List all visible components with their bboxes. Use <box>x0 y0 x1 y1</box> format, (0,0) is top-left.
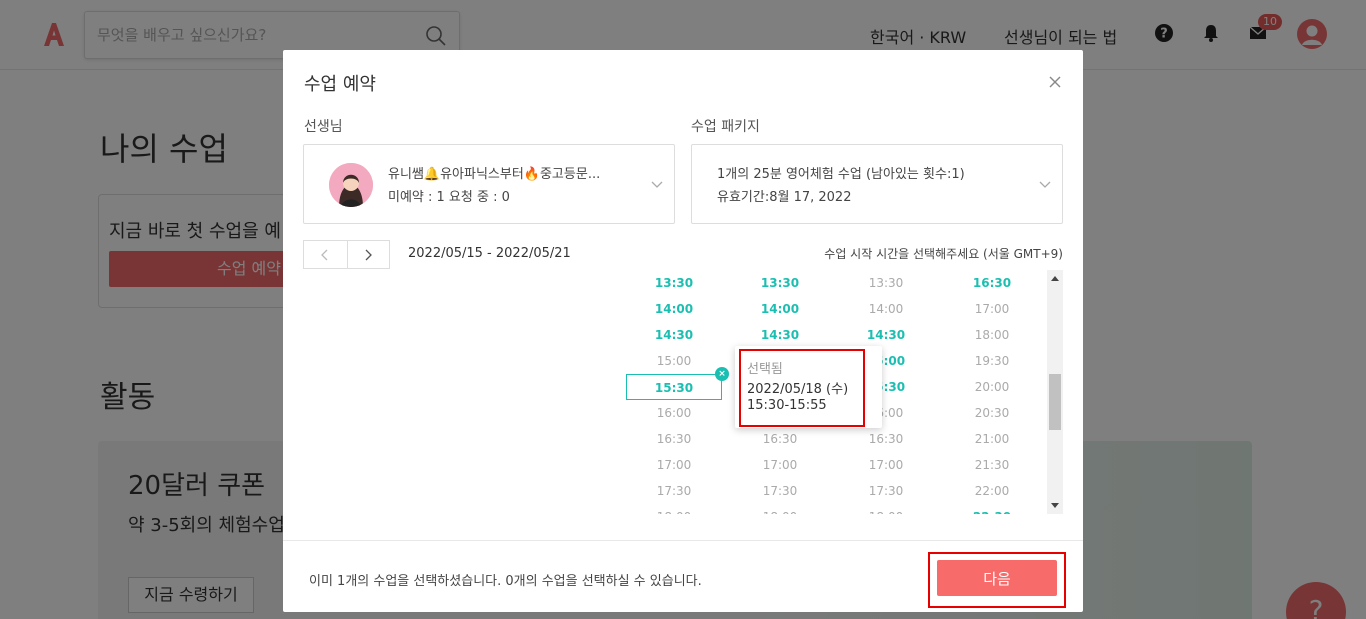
remove-slot-icon[interactable]: × <box>715 367 729 381</box>
time-slot: 13:30 <box>868 276 904 290</box>
time-slot: 21:30 <box>974 458 1010 472</box>
time-slot: 17:00 <box>762 458 798 472</box>
time-slot: 19:30 <box>974 354 1010 368</box>
scroll-thumb[interactable] <box>1049 374 1061 430</box>
time-slot[interactable]: 14:00 <box>626 296 722 322</box>
timezone-hint: 수업 시작 시간을 선택해주세요 (서울 GMT+9) <box>824 247 1063 261</box>
scroll-down-arrow-icon[interactable] <box>1051 503 1059 508</box>
tooltip-time: 15:30-15:55 <box>747 398 827 413</box>
time-slot[interactable]: 22:30 <box>944 504 1040 514</box>
chevron-down-icon <box>1039 181 1051 188</box>
time-slot[interactable]: 14:30 <box>838 322 934 348</box>
modal-footer: 이미 1개의 수업을 선택하셨습니다. 0개의 수업을 선택하실 수 있습니다.… <box>283 540 1083 612</box>
time-slot: 21:00 <box>974 432 1010 446</box>
package-select[interactable]: 1개의 25분 영어체험 수업 (남아있는 횟수:1) 유효기간:8월 17, … <box>691 144 1063 224</box>
time-slot: 16:30 <box>868 432 904 446</box>
time-slot: 20:00 <box>974 380 1010 394</box>
time-slot: 14:00 <box>868 302 904 316</box>
time-slot: 17:30 <box>762 484 798 498</box>
time-slot-grid: 13:30 14:00 14:30 15:00 15:30 × 16:00 16:30 17:0… <box>303 270 1047 514</box>
time-slot[interactable]: 14:30 <box>626 322 722 348</box>
time-slot[interactable]: 14:30 <box>732 322 828 348</box>
package-expiry: 유효기간:8월 17, 2022 <box>717 190 852 205</box>
modal-title: 수업 예약 <box>304 74 376 95</box>
chevron-left-icon <box>321 249 328 260</box>
teacher-select[interactable]: 유니쌤🔔유아파닉스부터🔥중고등문... 미예약 : 1 요청 중 : 0 <box>303 144 675 224</box>
time-slot: 18:00 <box>732 504 828 514</box>
booking-modal: 수업 예약 선생님 수업 패키지 유니쌤🔔유아파닉스부터🔥중고등문... 미예약… <box>283 50 1083 612</box>
chevron-down-icon <box>651 181 663 188</box>
tooltip-label: 선택됨 <box>747 362 783 377</box>
time-slot: 16:30 <box>656 432 692 446</box>
time-slot: 17:30 <box>868 484 904 498</box>
prev-week-button[interactable] <box>304 241 347 268</box>
time-slot: 15:00 <box>656 354 692 368</box>
time-slot: 17:00 <box>656 458 692 472</box>
time-slot: 22:00 <box>974 484 1010 498</box>
tooltip-date: 2022/05/18 (수) <box>747 382 849 397</box>
time-slot[interactable]: 16:30 <box>944 270 1040 296</box>
week-range: 2022/05/15 - 2022/05/21 <box>408 246 571 261</box>
package-label: 수업 패키지 <box>691 119 760 135</box>
time-slot: 18:00 <box>838 504 934 514</box>
time-slot[interactable]: 13:30 <box>626 270 722 296</box>
time-slot: 20:30 <box>974 406 1010 420</box>
scroll-up-arrow-icon[interactable] <box>1051 276 1059 281</box>
next-button[interactable]: 다음 <box>937 560 1057 596</box>
week-navigation <box>303 240 390 269</box>
time-slot: 16:00 <box>656 406 692 420</box>
schedule-scrollbar[interactable] <box>1047 270 1063 514</box>
time-slot[interactable]: 15:30 <box>626 374 722 400</box>
time-slot[interactable]: 14:00 <box>732 296 828 322</box>
next-week-button[interactable] <box>346 241 390 268</box>
time-slot: 17:30 <box>656 484 692 498</box>
time-slot: 17:00 <box>868 458 904 472</box>
selection-status-text: 이미 1개의 수업을 선택하셨습니다. 0개의 수업을 선택하실 수 있습니다. <box>309 574 702 589</box>
chevron-right-icon <box>365 249 373 260</box>
package-name: 1개의 25분 영어체험 수업 (남아있는 횟수:1) <box>717 167 965 182</box>
close-icon[interactable] <box>1045 72 1065 92</box>
time-slot[interactable]: 13:30 <box>732 270 828 296</box>
time-slot: 18:00 <box>626 504 722 514</box>
time-slot: 18:00 <box>974 328 1010 342</box>
teacher-portrait-icon <box>329 163 373 207</box>
teacher-avatar <box>329 163 373 207</box>
teacher-name: 유니쌤🔔유아파닉스부터🔥중고등문... <box>388 167 601 182</box>
teacher-request-counts: 미예약 : 1 요청 중 : 0 <box>388 190 510 205</box>
selected-slot-tooltip: 선택됨 2022/05/18 (수) 15:30-15:55 <box>735 346 882 428</box>
teacher-label: 선생님 <box>304 119 343 135</box>
time-slot: 17:00 <box>974 302 1010 316</box>
time-slot: 16:30 <box>762 432 798 446</box>
